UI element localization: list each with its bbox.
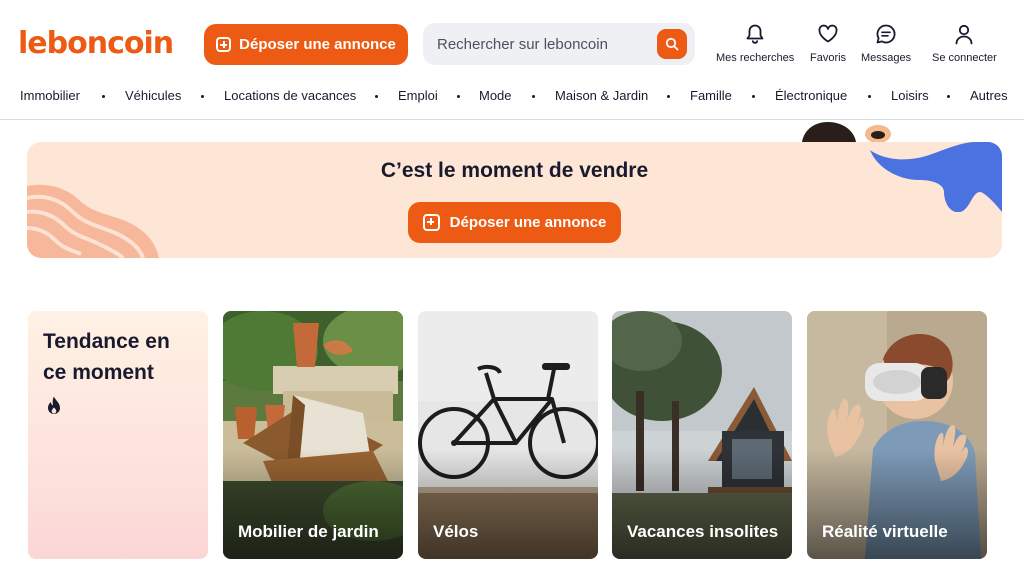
login-button[interactable]: Se connecter: [932, 22, 997, 64]
bell-icon: [743, 22, 767, 46]
search-button[interactable]: [657, 29, 687, 59]
nav-separator: [947, 95, 950, 98]
nav-item-locations-de-vacances[interactable]: Locations de vacances: [224, 88, 356, 103]
search-input[interactable]: [423, 23, 651, 65]
card-label: Vacances insolites: [627, 522, 779, 541]
nav-separator: [532, 95, 535, 98]
card-label: Mobilier de jardin: [238, 522, 379, 541]
trending-card-vacances-insolites[interactable]: Vacances insolites: [612, 311, 792, 559]
heart-icon: [816, 22, 840, 46]
site-header: leboncoin Déposer une annonce Mes recher…: [0, 0, 1024, 120]
card-label: Réalité virtuelle: [822, 522, 948, 541]
nav-item-loisirs[interactable]: Loisirs: [891, 88, 929, 103]
nav-separator: [667, 95, 670, 98]
favorites-label: Favoris: [810, 52, 847, 64]
plus-square-icon: [216, 37, 232, 52]
hero-post-ad-label: Déposer une annonce: [449, 214, 607, 231]
post-ad-label: Déposer une annonce: [239, 36, 396, 53]
nav-separator: [868, 95, 871, 98]
nav-separator: [375, 95, 378, 98]
chat-icon: [874, 22, 898, 46]
nav-item-immobilier[interactable]: Immobilier: [20, 88, 80, 103]
fire-icon: [48, 396, 60, 414]
trending-card-velos[interactable]: Vélos: [418, 311, 598, 559]
plus-square-icon: [422, 214, 440, 231]
wave-decoration: [27, 184, 159, 258]
nav-item-autres[interactable]: Autres: [970, 88, 1008, 103]
trending-card-mobilier-de-jardin[interactable]: Mobilier de jardin: [223, 311, 403, 559]
messages-button[interactable]: Messages: [861, 22, 911, 64]
hero-illustration-top: [802, 122, 891, 142]
nav-separator: [201, 95, 204, 98]
nav-separator: [752, 95, 755, 98]
saved-searches-label: Mes recherches: [716, 52, 795, 64]
login-label: Se connecter: [932, 52, 997, 64]
trending-card-realite-virtuelle[interactable]: Réalité virtuelle: [807, 311, 987, 559]
sell-banner: C’est le moment de vendre Déposer une an…: [27, 142, 1002, 258]
user-icon: [952, 22, 976, 46]
nav-item-emploi[interactable]: Emploi: [398, 88, 438, 103]
messages-label: Messages: [861, 52, 912, 64]
card-label: Vélos: [433, 522, 479, 541]
trending-title-card: Tendance en ce moment: [28, 311, 208, 559]
search-bar: [423, 23, 695, 65]
nav-separator: [457, 95, 460, 98]
search-icon: [665, 37, 679, 51]
hero-title: C’est le moment de vendre: [380, 159, 649, 182]
hero-post-ad-button[interactable]: Déposer une annonce: [408, 202, 621, 243]
saved-searches-button[interactable]: Mes recherches: [716, 22, 794, 64]
nav-item-maison-jardin[interactable]: Maison & Jardin: [555, 88, 648, 103]
nav-item-famille[interactable]: Famille: [690, 88, 732, 103]
nav-item-electronique[interactable]: Électronique: [775, 88, 847, 103]
post-ad-button[interactable]: Déposer une annonce: [204, 24, 408, 65]
favorites-button[interactable]: Favoris: [810, 22, 846, 64]
nav-item-mode[interactable]: Mode: [479, 88, 512, 103]
site-logo[interactable]: leboncoin: [18, 24, 174, 64]
nav-item-vehicules[interactable]: Véhicules: [125, 88, 181, 103]
nav-separator: [102, 95, 105, 98]
category-nav: Immobilier Véhicules Locations de vacanc…: [0, 82, 1024, 110]
trending-title: Tendance en ce moment: [43, 330, 170, 384]
